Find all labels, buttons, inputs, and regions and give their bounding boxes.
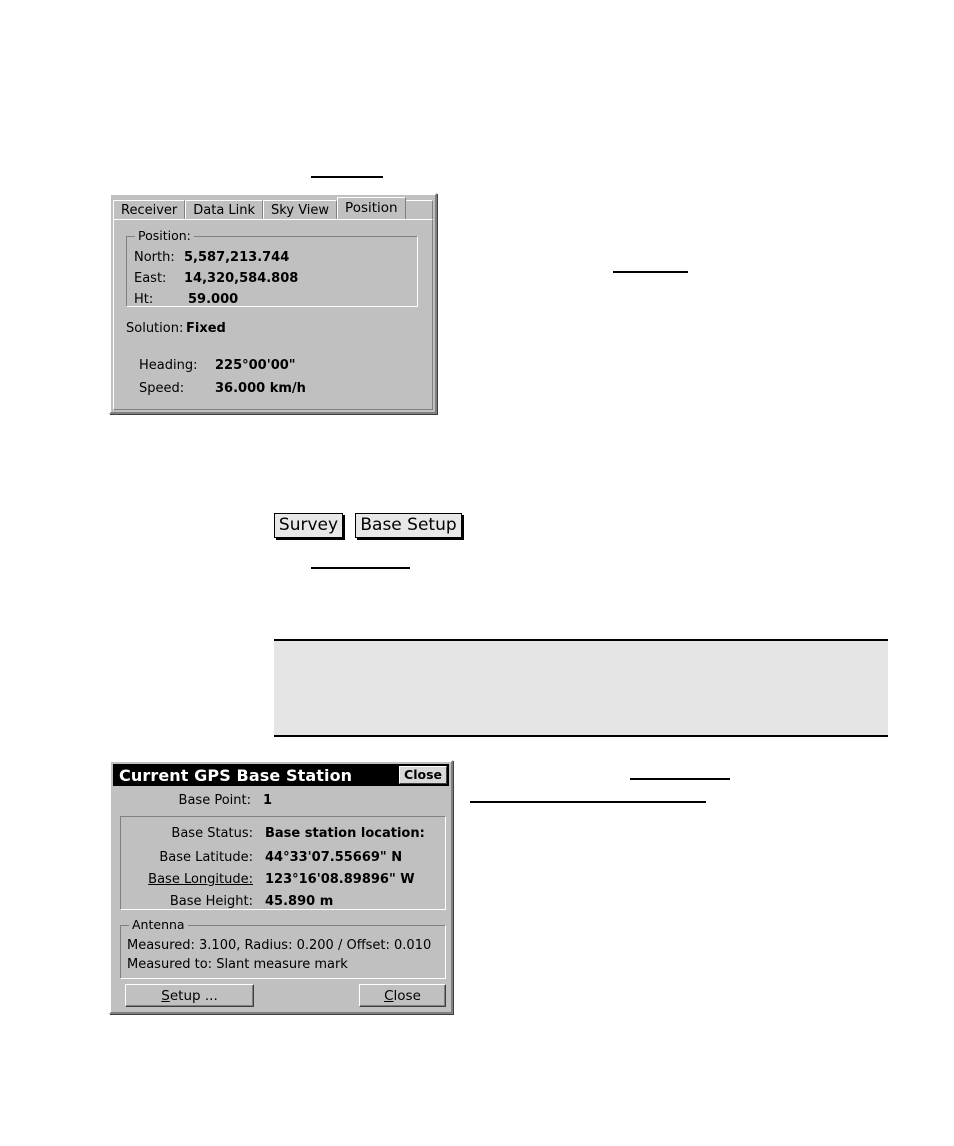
base-latitude-label: Base Latitude: [159,850,253,865]
antenna-groupbox: Antenna Measured: 3.100, Radius: 0.200 /… [120,918,446,979]
base-status-label: Base Status: [171,826,253,841]
close-button-label: lose [393,987,421,1004]
base-status-value: Base station location: [265,826,425,841]
tab-data-link[interactable]: Data Link [185,200,264,219]
base-longitude-value: 123°16'08.89896" W [265,872,415,887]
position-groupbox: Position: North: 5,587,213.744 East: 14,… [126,229,418,307]
tab-strip: Receiver Data Link Sky View Position [113,197,433,219]
annotation-rule [311,567,410,569]
speed-label: Speed: [139,381,185,396]
east-label: East: [134,271,167,286]
height-value: 59.000 [188,292,239,307]
antenna-groupbox-title: Antenna [129,918,188,932]
page-canvas: Receiver Data Link Sky View Position Pos… [0,0,954,1146]
annotation-rule [630,778,730,780]
north-value: 5,587,213.744 [184,250,290,265]
base-height-value: 45.890 m [265,894,334,909]
setup-button-accel: S [161,987,170,1004]
base-height-label: Base Height: [169,894,253,909]
survey-button[interactable]: Survey [274,513,343,538]
north-label: North: [134,250,175,265]
base-station-dialog: Current GPS Base Station Close Base Poin… [109,760,453,1014]
gps-status-dialog: Receiver Data Link Sky View Position Pos… [109,193,437,414]
base-longitude-label: Base Longitude: [148,872,253,887]
heading-value: 225°00'00" [215,358,296,373]
position-groupbox-title: Position: [135,229,194,243]
heading-label: Heading: [139,358,198,373]
setup-button-label: etup ... [169,987,218,1004]
antenna-measurements: Measured: 3.100, Radius: 0.200 / Offset:… [127,938,432,953]
note-callout-text [274,641,888,657]
tab-sky-view[interactable]: Sky View [263,200,338,219]
tab-position[interactable]: Position [337,197,406,219]
base-point-value: 1 [263,793,273,808]
tab-page-position: Position: North: 5,587,213.744 East: 14,… [113,219,433,410]
base-station-titlebar: Current GPS Base Station Close [113,764,449,786]
close-button[interactable]: Close [359,984,446,1007]
east-value: 14,320,584.808 [184,271,299,286]
note-callout-box [274,639,888,737]
speed-value: 36.000 km/h [215,381,306,396]
annotation-rule [613,271,688,273]
base-latitude-value: 44°33'07.55669" N [265,850,403,865]
annotation-rule [470,801,706,803]
titlebar-close-button[interactable]: Close [399,766,447,784]
solution-value: Fixed [186,321,226,336]
solution-label: Solution: [126,321,184,336]
base-setup-button[interactable]: Base Setup [355,513,462,538]
close-button-accel: C [384,987,394,1004]
setup-button[interactable]: Setup ... [125,984,254,1007]
height-label: Ht: [134,292,154,307]
base-point-label: Base Point: [178,793,251,808]
tab-strip-filler [405,200,433,219]
annotation-rule [311,176,383,178]
base-details-panel: Base Status: Base station location: Base… [120,816,446,910]
tab-receiver[interactable]: Receiver [113,200,186,219]
base-station-title: Current GPS Base Station [119,765,353,785]
antenna-measured-to: Measured to: Slant measure mark [127,957,348,972]
